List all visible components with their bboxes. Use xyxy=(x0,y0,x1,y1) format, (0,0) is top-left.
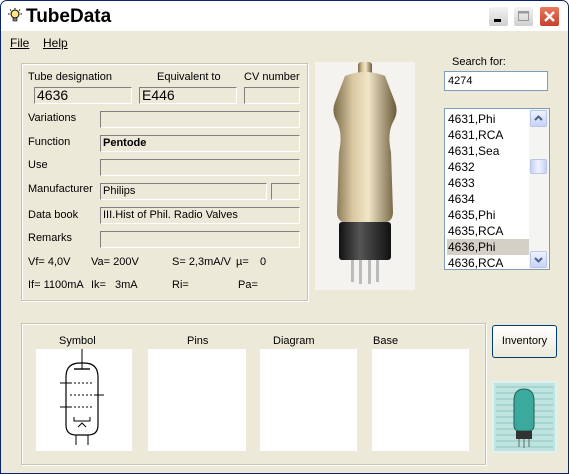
spec-vf: Vf= 4,0V xyxy=(28,256,71,268)
tube-designation-field: 4636 xyxy=(34,87,132,104)
tube-designation-label: Tube designation xyxy=(28,71,112,83)
vacuum-tube-image xyxy=(333,62,397,284)
pins-panel xyxy=(148,349,246,451)
spec-s: S= 2,3mA/V xyxy=(172,256,232,268)
tube-photo xyxy=(315,62,415,290)
chevron-up-icon xyxy=(534,115,543,121)
symbol-panel xyxy=(36,349,132,451)
pentode-symbol-icon xyxy=(60,349,104,445)
manufacturer-extra-field xyxy=(271,183,300,200)
results-listbox[interactable]: 4631,Phi 4631,RCA 4631,Sea 4632 4633 4634 4635… xyxy=(444,108,550,270)
minimize-button[interactable] xyxy=(488,6,509,27)
variations-label: Variations xyxy=(28,112,77,124)
use-label: Use xyxy=(28,159,48,171)
menu-help[interactable]: Help xyxy=(43,36,68,50)
pins-label: Pins xyxy=(187,335,209,347)
base-label: Base xyxy=(373,335,399,347)
databook-field: III.Hist of Phil. Radio Valves xyxy=(100,207,300,224)
close-icon xyxy=(544,11,555,22)
spec-mu-value: 0 xyxy=(260,256,267,268)
function-label: Function xyxy=(28,136,71,148)
scroll-down-button[interactable] xyxy=(530,251,547,268)
menu-bar: File Help xyxy=(1,33,568,53)
symbol-label: Symbol xyxy=(59,335,96,347)
remarks-field xyxy=(100,231,300,248)
spec-pa: Pa= xyxy=(238,279,258,291)
equivalent-field: E446 xyxy=(139,87,237,104)
variations-field xyxy=(100,111,300,128)
function-field: Pentode xyxy=(100,135,300,152)
spec-ik: Ik= xyxy=(91,279,106,291)
logo-image xyxy=(492,381,557,453)
manufacturer-label: Manufacturer xyxy=(28,183,93,195)
title-bar[interactable]: TubeData xyxy=(1,1,568,31)
cv-number-label: CV number xyxy=(244,71,300,83)
spec-mu: µ= xyxy=(236,256,249,268)
diagram-panel xyxy=(260,349,357,451)
scroll-thumb[interactable] xyxy=(530,159,547,174)
search-input[interactable]: 4274 xyxy=(444,71,548,91)
spec-if: If= 1100mA xyxy=(28,279,84,291)
spec-ri: Ri= xyxy=(172,279,189,291)
tube-logo-icon xyxy=(492,381,557,453)
window-title: TubeData xyxy=(26,6,112,27)
equivalent-label: Equivalent to xyxy=(157,71,221,83)
base-panel xyxy=(372,349,469,451)
cv-number-field xyxy=(244,87,300,104)
databook-label: Data book xyxy=(28,209,79,221)
spec-va: Va= 200V xyxy=(91,256,139,268)
use-field xyxy=(100,159,300,176)
maximize-icon xyxy=(518,11,529,21)
diagram-label: Diagram xyxy=(273,335,315,347)
spec-ik-value: 3mA xyxy=(115,279,138,291)
lightbulb-icon xyxy=(8,8,22,22)
search-label: Search for: xyxy=(452,56,506,68)
inventory-button[interactable]: Inventory xyxy=(492,325,557,358)
manufacturer-field: Philips xyxy=(100,183,267,200)
scroll-up-button[interactable] xyxy=(530,110,547,127)
chevron-down-icon xyxy=(534,257,543,263)
results-scrollbar[interactable] xyxy=(529,109,549,269)
app-window: TubeData File Help Tube designation Equi… xyxy=(0,0,569,474)
minimize-icon xyxy=(494,19,501,22)
menu-file[interactable]: File xyxy=(10,36,29,50)
remarks-label: Remarks xyxy=(28,232,73,244)
close-button[interactable] xyxy=(539,6,560,27)
maximize-button[interactable] xyxy=(513,6,534,27)
